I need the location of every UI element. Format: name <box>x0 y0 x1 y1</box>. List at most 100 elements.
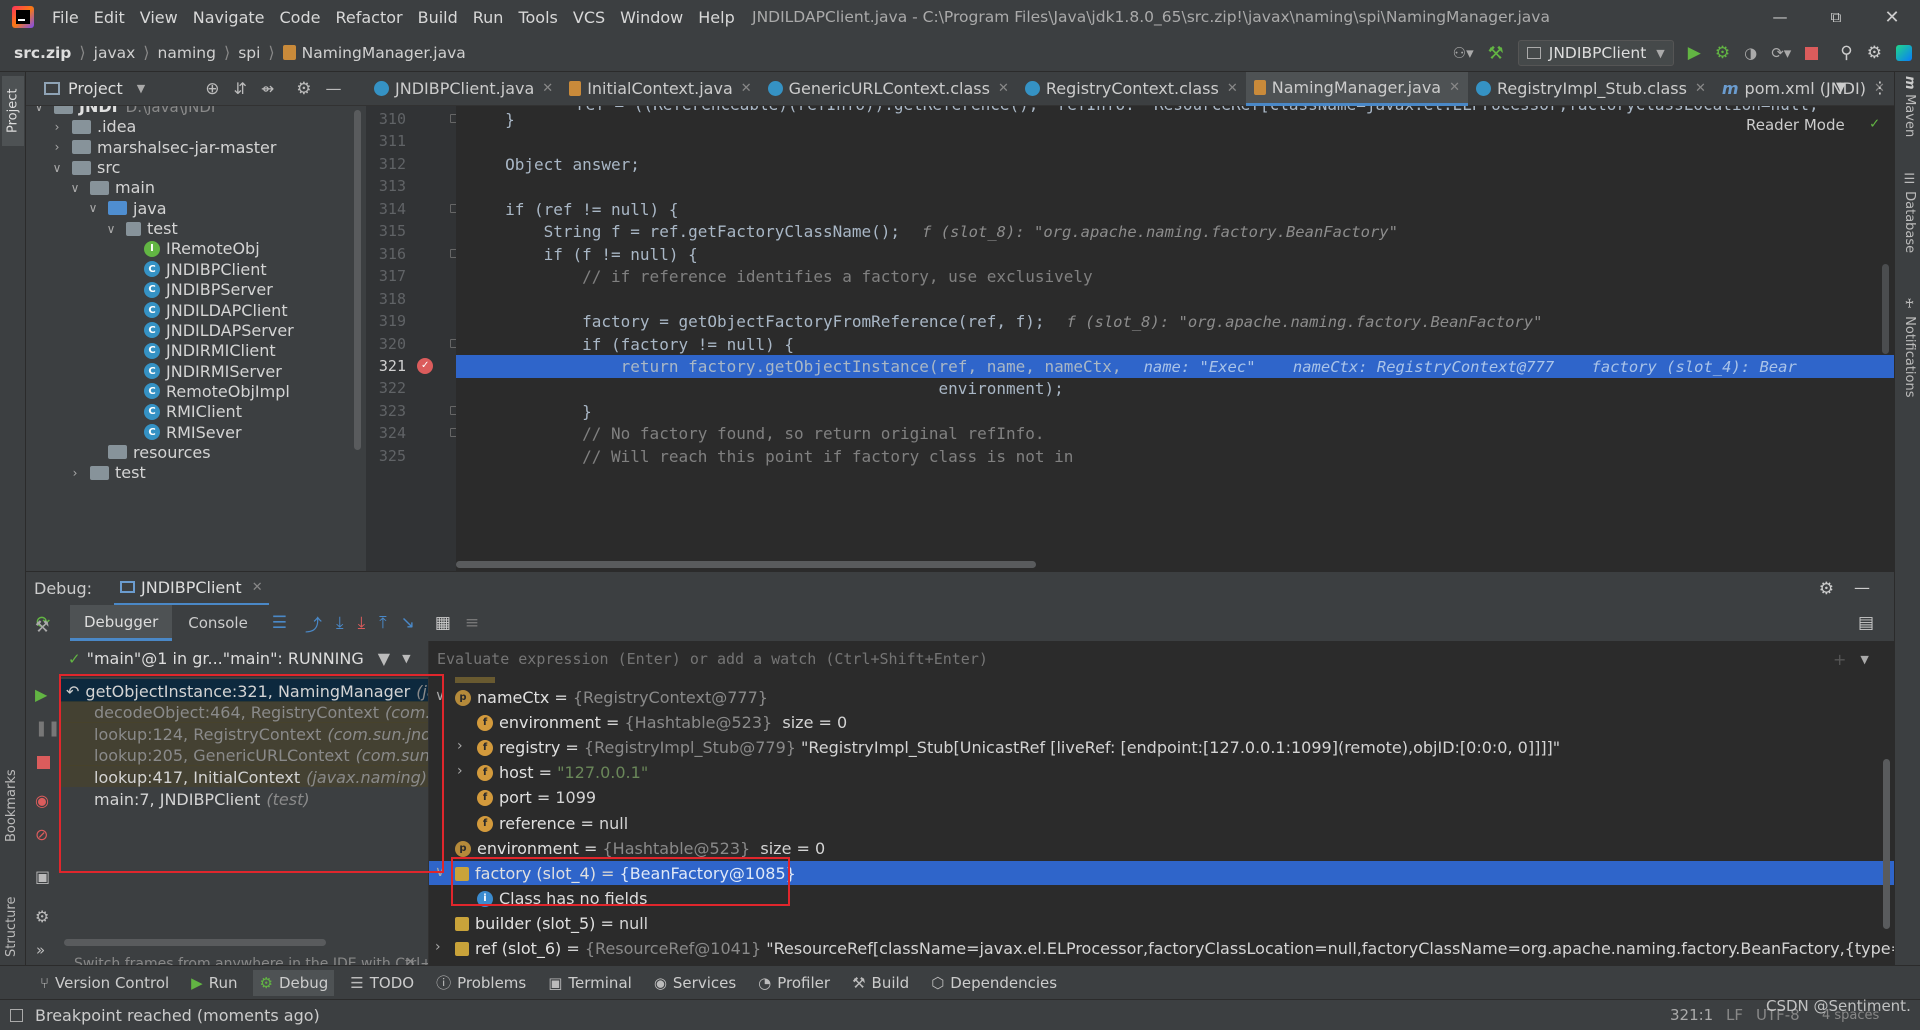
variable-row[interactable]: p nameCtx = {RegistryContext@777} <box>455 685 768 710</box>
evaluate-table-icon[interactable]: ▦ <box>435 613 451 633</box>
close-session-icon[interactable]: ✕ <box>252 580 263 595</box>
close-tab-icon[interactable]: ✕ <box>1449 80 1460 95</box>
debug-bug-icon[interactable]: ⚙ <box>1715 43 1730 63</box>
variable-row[interactable]: f port = 1099 <box>477 785 596 810</box>
project-title[interactable]: Project <box>68 79 123 98</box>
close-tab-icon[interactable]: ✕ <box>1227 81 1238 96</box>
toolwindow-button-version-control[interactable]: ⑂ Version Control <box>40 974 169 992</box>
pause-icon[interactable]: ❚❚ <box>35 719 60 737</box>
resume-icon[interactable]: ▶ <box>35 685 47 704</box>
toolwindow-button-services[interactable]: ◉ Services <box>654 974 736 992</box>
variable-row[interactable]: f registry = {RegistryImpl_Stub@779} "Reg… <box>477 735 1560 760</box>
menu-navigate[interactable]: Navigate <box>193 8 265 27</box>
minimize-button[interactable]: — <box>1752 8 1808 26</box>
more-icon[interactable]: » <box>36 941 45 959</box>
bookmarks-tool-button[interactable]: Bookmarks <box>4 762 22 842</box>
add-watch-icon[interactable]: + <box>1833 650 1846 669</box>
breadcrumb-item[interactable]: src.zip <box>14 44 71 62</box>
search-icon[interactable]: ⚲ <box>1840 43 1852 63</box>
chevron-down-icon[interactable]: ∨ <box>68 181 82 195</box>
variable-row[interactable]: ref (slot_6) = {ResourceRef@1041} "Resou… <box>455 936 1894 961</box>
toolwindow-button-debug[interactable]: ⚙ Debug <box>253 969 335 996</box>
menu-edit[interactable]: Edit <box>94 8 125 27</box>
chevron-down-icon[interactable]: ∨ <box>50 161 64 175</box>
tab-console[interactable]: Console <box>172 605 264 641</box>
chevron-down-icon[interactable]: ∨ <box>32 106 46 114</box>
variable-row[interactable]: builder (slot_5) = null <box>455 911 648 936</box>
menu-vcs[interactable]: VCS <box>573 8 605 27</box>
editor-tab[interactable]: InitialContext.java ✕ <box>561 72 759 106</box>
project-tool-button[interactable]: Project <box>2 76 24 146</box>
toolwindow-button-todo[interactable]: ☰ TODO <box>350 974 414 992</box>
variables-scrollbar[interactable] <box>1883 759 1890 929</box>
menu-run[interactable]: Run <box>473 8 504 27</box>
editor-vertical-scrollbar[interactable] <box>1882 264 1889 354</box>
editor-tab[interactable]: NamingManager.java ✕ <box>1245 71 1469 106</box>
editor-tab[interactable]: GenericURLContext.class ✕ <box>760 72 1017 106</box>
expand-right-icon[interactable]: › <box>457 738 463 754</box>
run-to-cursor-icon[interactable]: ↘ <box>401 613 415 633</box>
close-tab-icon[interactable]: ✕ <box>998 81 1009 96</box>
restore-button[interactable]: ⧉ <box>1808 8 1864 26</box>
cursor-position[interactable]: 321:1 <box>1670 1006 1713 1024</box>
variable-row[interactable]: f environment = {Hashtable@523} size = 0 <box>477 710 847 735</box>
chevron-down-icon[interactable]: ▼ <box>137 82 145 95</box>
view-breakpoints-icon[interactable]: ◉ <box>35 791 49 810</box>
editor-tab[interactable]: RegistryImpl_Stub.class ✕ <box>1468 72 1714 106</box>
editor-horizontal-scrollbar[interactable] <box>456 561 1036 568</box>
coverage-icon[interactable]: ◑ <box>1744 44 1757 62</box>
chevron-right-icon[interactable]: › <box>50 120 64 134</box>
debug-settings-gear-icon[interactable]: ⚙ <box>1819 579 1834 599</box>
debug-hide-icon[interactable]: — <box>1854 578 1870 597</box>
breadcrumb-item[interactable]: NamingManager.java <box>302 44 466 62</box>
expand-all-icon[interactable]: ⇵ <box>233 79 246 98</box>
toolwindow-button-terminal[interactable]: ▣ Terminal <box>548 974 632 992</box>
mute-breakpoints-icon[interactable]: ⊘ <box>35 825 48 844</box>
close-tab-icon[interactable]: ✕ <box>1695 81 1706 96</box>
menu-help[interactable]: Help <box>698 8 734 27</box>
maven-tool-button[interactable]: m Maven <box>1899 76 1917 146</box>
locate-target-icon[interactable]: ⊕ <box>205 79 219 99</box>
user-icon[interactable]: ⚇▾ <box>1453 44 1474 62</box>
thread-selector[interactable]: ✓ "main"@1 in gr..."main": RUNNING ▼ ▼ <box>60 641 428 677</box>
menu-file[interactable]: File <box>52 8 79 27</box>
editor-tab[interactable]: m pom.xml (JNDI) ✕ <box>1714 72 1893 106</box>
build-hammer-icon[interactable]: ⚒ <box>1488 43 1504 64</box>
status-message[interactable]: Breakpoint reached (moments ago) <box>35 1006 320 1025</box>
close-tab-icon[interactable]: ✕ <box>542 81 553 96</box>
expand-right-icon[interactable]: › <box>457 763 463 779</box>
debug-settings-icon[interactable]: ⚙ <box>35 907 49 926</box>
database-tool-button[interactable]: ☰ Database <box>1899 172 1917 282</box>
editor-tab[interactable]: JNDIBPClient.java ✕ <box>366 72 561 106</box>
chevron-down-icon[interactable]: ∨ <box>104 222 118 236</box>
menu-build[interactable]: Build <box>418 8 458 27</box>
expand-right-icon[interactable]: › <box>435 939 441 955</box>
chevron-right-icon[interactable]: › <box>50 140 64 154</box>
run-config-selector[interactable]: JNDIBPClient ▼ <box>1517 40 1674 66</box>
evaluate-expression-bar[interactable]: + ▼ <box>429 641 1894 677</box>
chevron-right-icon[interactable]: › <box>68 466 82 480</box>
code-editor[interactable]: ref = ((Referenceable)(refInfo)).getRefe… <box>456 106 1894 571</box>
breadcrumb-item[interactable]: spi <box>238 44 260 62</box>
watch-chevron-down-icon[interactable]: ▼ <box>1860 653 1868 666</box>
filter-icon[interactable]: ▼ <box>378 649 390 668</box>
project-settings-gear-icon[interactable]: ⚙ <box>296 79 311 99</box>
structure-tool-button[interactable]: Structure <box>4 882 22 957</box>
toolwindow-button-run[interactable]: ▶ Run <box>191 974 237 992</box>
toolwindow-button-problems[interactable]: ⓘ Problems <box>436 972 526 993</box>
status-square-icon[interactable] <box>10 1008 23 1022</box>
toolwindow-button-build[interactable]: ⚒ Build <box>852 974 909 992</box>
restore-layout-icon[interactable]: ▤ <box>1858 613 1874 633</box>
step-out-icon[interactable]: ⤒ <box>379 613 387 633</box>
editor-tab[interactable]: RegistryContext.class ✕ <box>1017 72 1246 106</box>
close-window-button[interactable]: ✕ <box>1864 7 1920 28</box>
evaluate-input[interactable] <box>437 650 1797 668</box>
toolwindow-button-dependencies[interactable]: ⬡ Dependencies <box>931 974 1057 992</box>
layout-menu-icon[interactable]: ☰ <box>272 613 287 633</box>
run-icon[interactable]: ▶ <box>1688 43 1701 63</box>
tree-item[interactable]: › test <box>68 460 146 485</box>
hide-panel-icon[interactable]: — <box>326 79 342 98</box>
menu-code[interactable]: Code <box>280 8 321 27</box>
toolwindow-button-profiler[interactable]: ◔ Profiler <box>758 974 830 992</box>
close-tab-icon[interactable]: ✕ <box>741 81 752 96</box>
